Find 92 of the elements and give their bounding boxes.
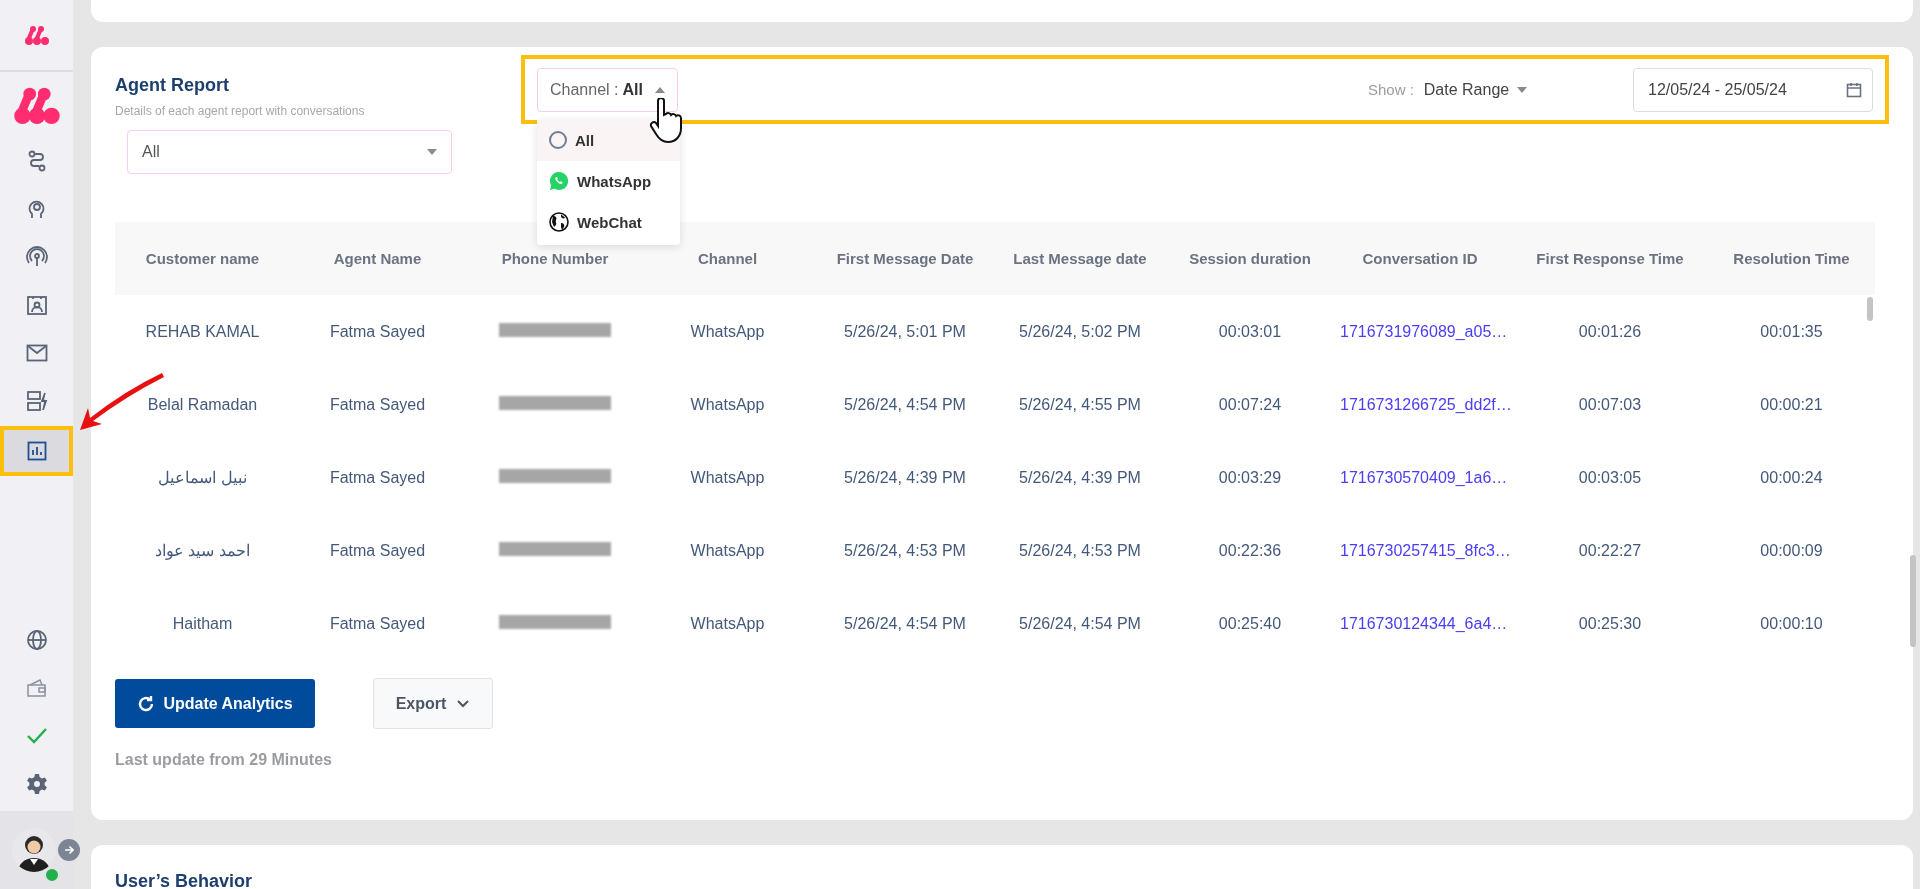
table-cell: 00:00:10 [1760, 614, 1823, 632]
table-cell: 00:07:03 [1578, 395, 1642, 413]
show-dropdown[interactable]: Date Range [1423, 80, 1528, 99]
table-cell: 00:00:21 [1760, 395, 1823, 413]
check-icon [25, 727, 48, 745]
table-cell: احمد سيد عواد [155, 542, 250, 559]
table-cell: نبيل اسماعيل [158, 469, 247, 486]
table-cell: 00:00:09 [1760, 541, 1823, 559]
table-cell: 00:25:30 [1578, 614, 1642, 632]
table-cell: 5/26/24, 5:01 PM [844, 322, 966, 340]
table-cell: 5/26/24, 4:53 PM [844, 541, 966, 559]
table-cell: 5/26/24, 5:02 PM [1019, 322, 1141, 340]
conversation-link[interactable]: 1716730124344_6a4… [1340, 614, 1508, 632]
table-cell: 5/26/24, 4:39 PM [844, 468, 966, 486]
column-header: Channel [645, 222, 810, 295]
date-range-field[interactable]: 12/05/24 - 25/05/24 [1633, 67, 1873, 112]
section-title: Agent Report [115, 75, 230, 96]
last-update-text: Last update from 29 Minutes [115, 751, 333, 769]
globe-icon [25, 629, 48, 651]
table-cell: 00:03:01 [1218, 322, 1282, 340]
table-cell: WhatsApp [690, 614, 765, 632]
agent-select[interactable]: All [127, 130, 452, 174]
conversation-link[interactable]: 1716730257415_8fc3… [1340, 541, 1511, 559]
column-header: First Message Date [810, 222, 1000, 295]
table-cell: WhatsApp [690, 395, 765, 413]
arrow-icon [64, 845, 74, 855]
avatar[interactable] [12, 828, 56, 872]
export-button[interactable]: Export [373, 678, 493, 729]
conversation-link[interactable]: 1716730570409_1a6… [1340, 468, 1508, 486]
chat-bubble-icon [549, 171, 569, 191]
conversation-link[interactable]: 1716731266725_dd2f… [1340, 395, 1512, 413]
table-cell: WhatsApp [690, 468, 765, 486]
column-header: Resolution Time [1720, 222, 1863, 295]
route-icon [26, 150, 47, 172]
table-cell: Belal Ramadan [147, 395, 258, 413]
table-cell: 00:03:05 [1578, 468, 1642, 486]
table-cell: 5/26/24, 4:39 PM [1019, 468, 1141, 486]
table-cell: 00:00:24 [1760, 468, 1823, 486]
table-cell: 5/26/24, 4:53 PM [1019, 541, 1141, 559]
table-cell: Haitham [172, 614, 233, 632]
section-title: User’s Behavior [115, 871, 254, 889]
table-cell: WhatsApp [690, 322, 765, 340]
table-cell: 00:01:35 [1760, 322, 1823, 340]
conversation-link[interactable]: 1716731976089_a05… [1340, 322, 1508, 340]
table-cell: 00:07:24 [1218, 395, 1282, 413]
logo-icon [12, 85, 61, 125]
table-cell: 00:03:29 [1218, 468, 1282, 486]
refresh-icon [137, 694, 156, 713]
table-cell: Fatma Sayed [329, 468, 426, 486]
earth-icon [549, 212, 569, 232]
table-cell: Fatma Sayed [329, 614, 426, 632]
channel-dropdown[interactable]: Channel : All [537, 67, 678, 112]
wallet-icon [25, 678, 48, 698]
table-cell: 5/26/24, 4:54 PM [1019, 614, 1141, 632]
settings-icon [25, 773, 48, 795]
show-label: Show : [1367, 81, 1414, 98]
section-subtitle: Details of each agent report with conversations [115, 104, 366, 118]
chevron-down-icon [456, 698, 471, 709]
table-cell: 00:22:36 [1218, 541, 1282, 559]
column-header: Customer name [115, 222, 290, 295]
server-bolt-icon [25, 390, 48, 412]
table-cell: 00:25:40 [1218, 614, 1282, 632]
column-header: Session duration [1160, 222, 1340, 295]
scrollbar-thumb[interactable] [1867, 297, 1873, 321]
expand-button[interactable] [58, 839, 80, 861]
table-cell: 5/26/24, 4:55 PM [1019, 395, 1141, 413]
column-header: First Response Time [1500, 222, 1720, 295]
sidebar-item[interactable] [0, 426, 73, 476]
table-cell: 00:01:26 [1578, 322, 1642, 340]
table-cell: Fatma Sayed [329, 541, 426, 559]
table-cell: 5/26/24, 4:54 PM [844, 614, 966, 632]
menu-item[interactable]: WebChat [537, 201, 680, 243]
table-cell: WhatsApp [690, 541, 765, 559]
hand-cursor-icon [649, 97, 683, 144]
table-cell: 5/26/24, 4:54 PM [844, 395, 966, 413]
broadcast-icon [25, 246, 48, 268]
contact-card-icon [25, 294, 48, 316]
table-cell: Fatma Sayed [329, 322, 426, 340]
table-cell: 00:22:27 [1578, 541, 1642, 559]
logo-icon [23, 23, 50, 47]
bar-chart-icon [26, 441, 47, 461]
column-header: Last Message date [1000, 222, 1160, 295]
calendar-icon [1846, 81, 1862, 98]
menu-item[interactable]: WhatsApp [537, 160, 680, 202]
scrollbar-thumb[interactable] [1910, 555, 1916, 647]
table-cell: REHAB KAMAL [145, 322, 260, 340]
update-analytics-button[interactable]: Update Analytics [115, 679, 315, 728]
column-header: Conversation ID [1340, 222, 1500, 295]
mail-icon [25, 344, 48, 362]
column-header: Agent Name [290, 222, 465, 295]
radio-icon [549, 131, 567, 149]
table-cell: Fatma Sayed [329, 395, 426, 413]
